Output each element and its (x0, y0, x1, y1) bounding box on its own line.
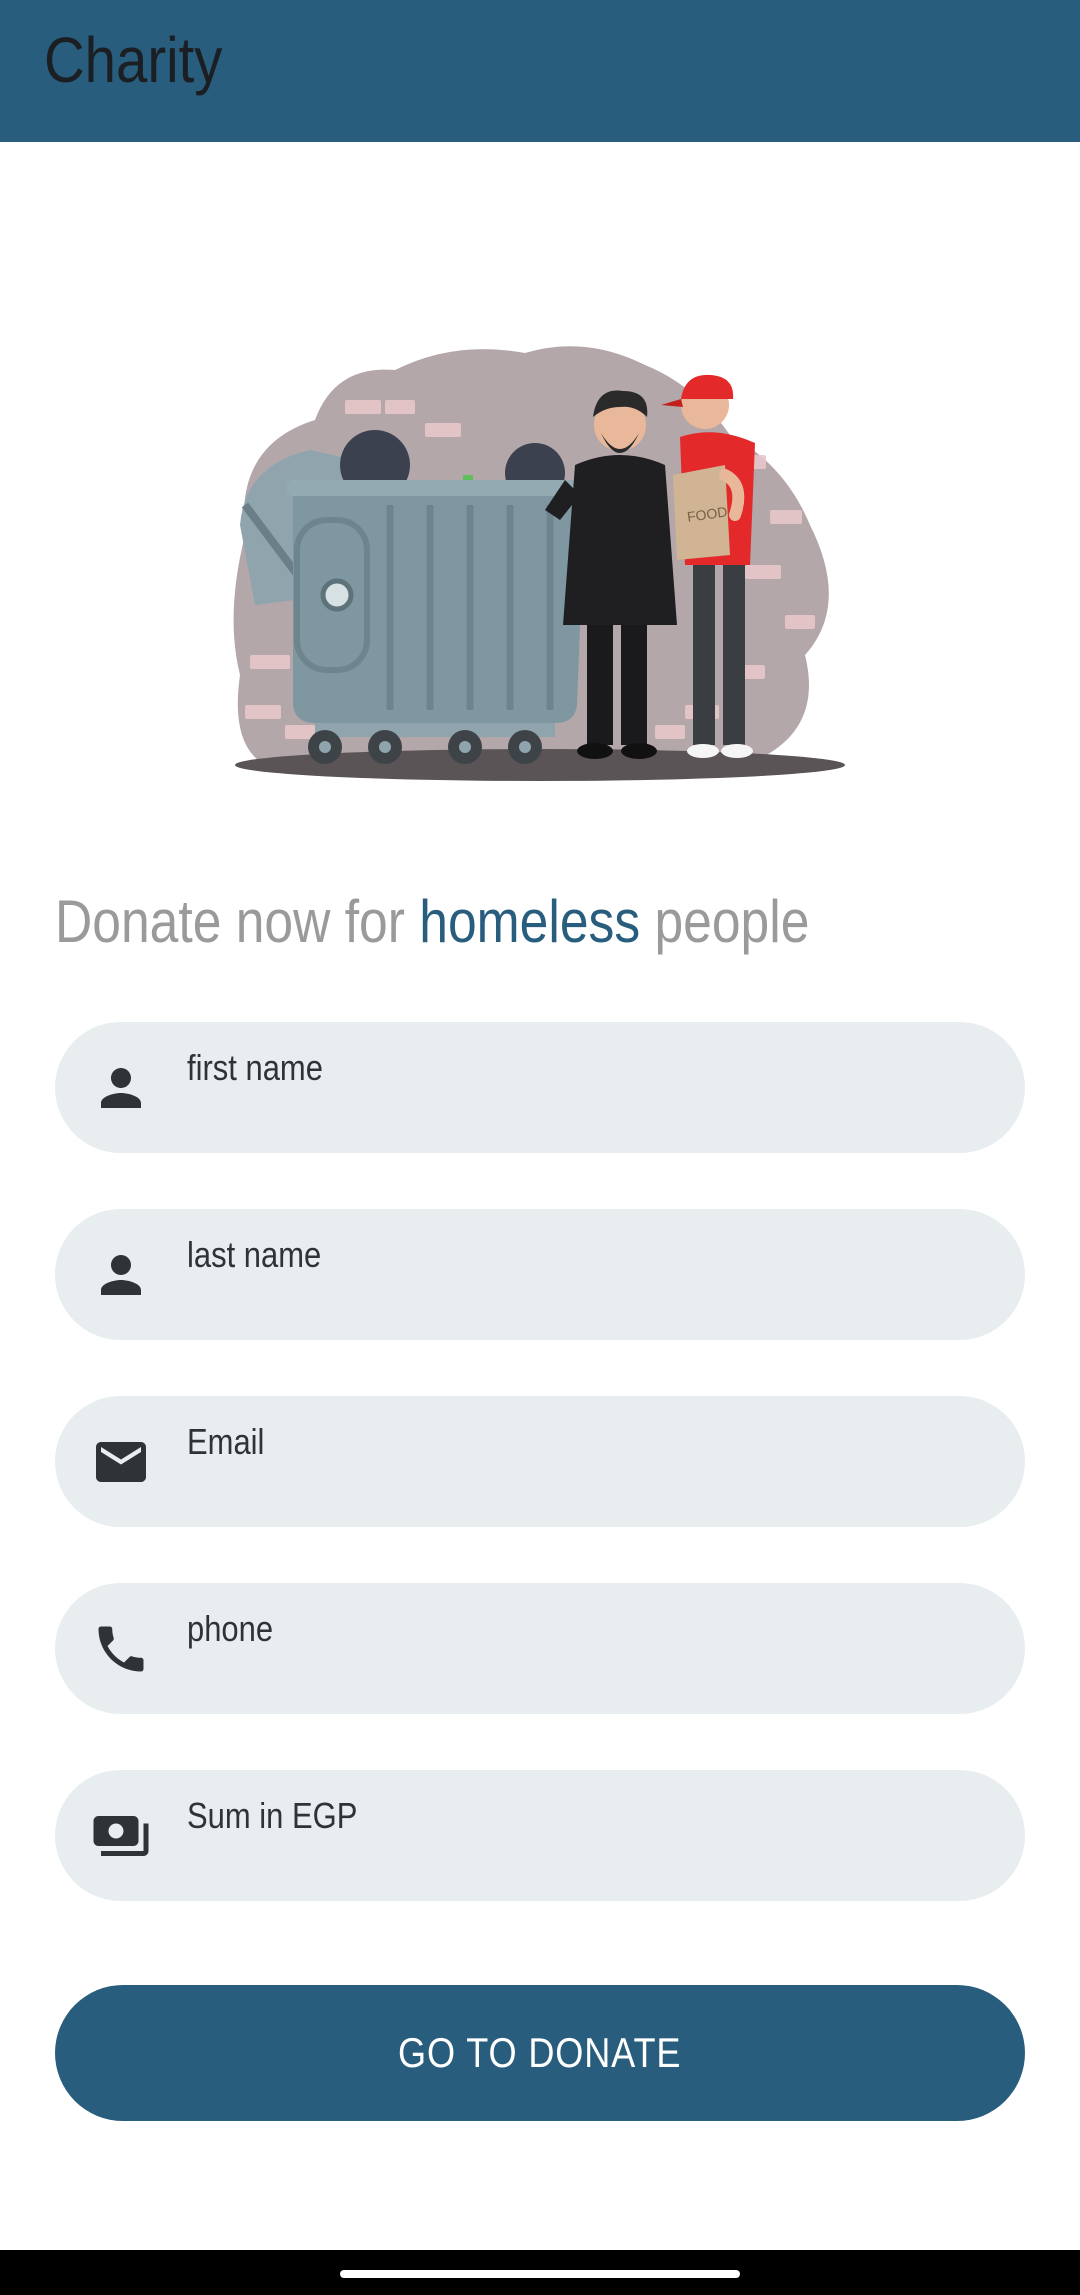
last-name-field[interactable]: last name (55, 1209, 1025, 1340)
person-icon (91, 1245, 151, 1305)
money-icon (91, 1806, 151, 1866)
phone-placeholder: phone (187, 1608, 274, 1649)
email-placeholder: Email (187, 1421, 265, 1462)
go-to-donate-label: GO TO DONATE (398, 2029, 682, 2076)
phone-icon (91, 1619, 151, 1679)
sum-placeholder: Sum in EGP (187, 1795, 358, 1836)
mail-icon (91, 1432, 151, 1492)
app-bar: Charity (0, 0, 1080, 142)
first-name-placeholder: first name (187, 1047, 323, 1088)
email-field[interactable]: Email (55, 1396, 1025, 1527)
home-indicator[interactable] (340, 2270, 740, 2278)
headline-text-end: people (640, 888, 810, 955)
page-headline: Donate now for homeless people (55, 892, 809, 952)
phone-field[interactable]: phone (55, 1583, 1025, 1714)
last-name-placeholder: last name (187, 1234, 322, 1275)
person-icon (91, 1058, 151, 1118)
homeless-charity-illustration-icon: FOOD (233, 346, 845, 781)
sum-field[interactable]: Sum in EGP (55, 1770, 1025, 1901)
app-title: Charity (44, 24, 223, 96)
go-to-donate-button[interactable]: GO TO DONATE (55, 1985, 1025, 2121)
headline-accent-word: homeless (419, 888, 641, 955)
illustration: FOOD (225, 325, 855, 795)
headline-text-start: Donate now for (55, 888, 420, 955)
first-name-field[interactable]: first name (55, 1022, 1025, 1153)
